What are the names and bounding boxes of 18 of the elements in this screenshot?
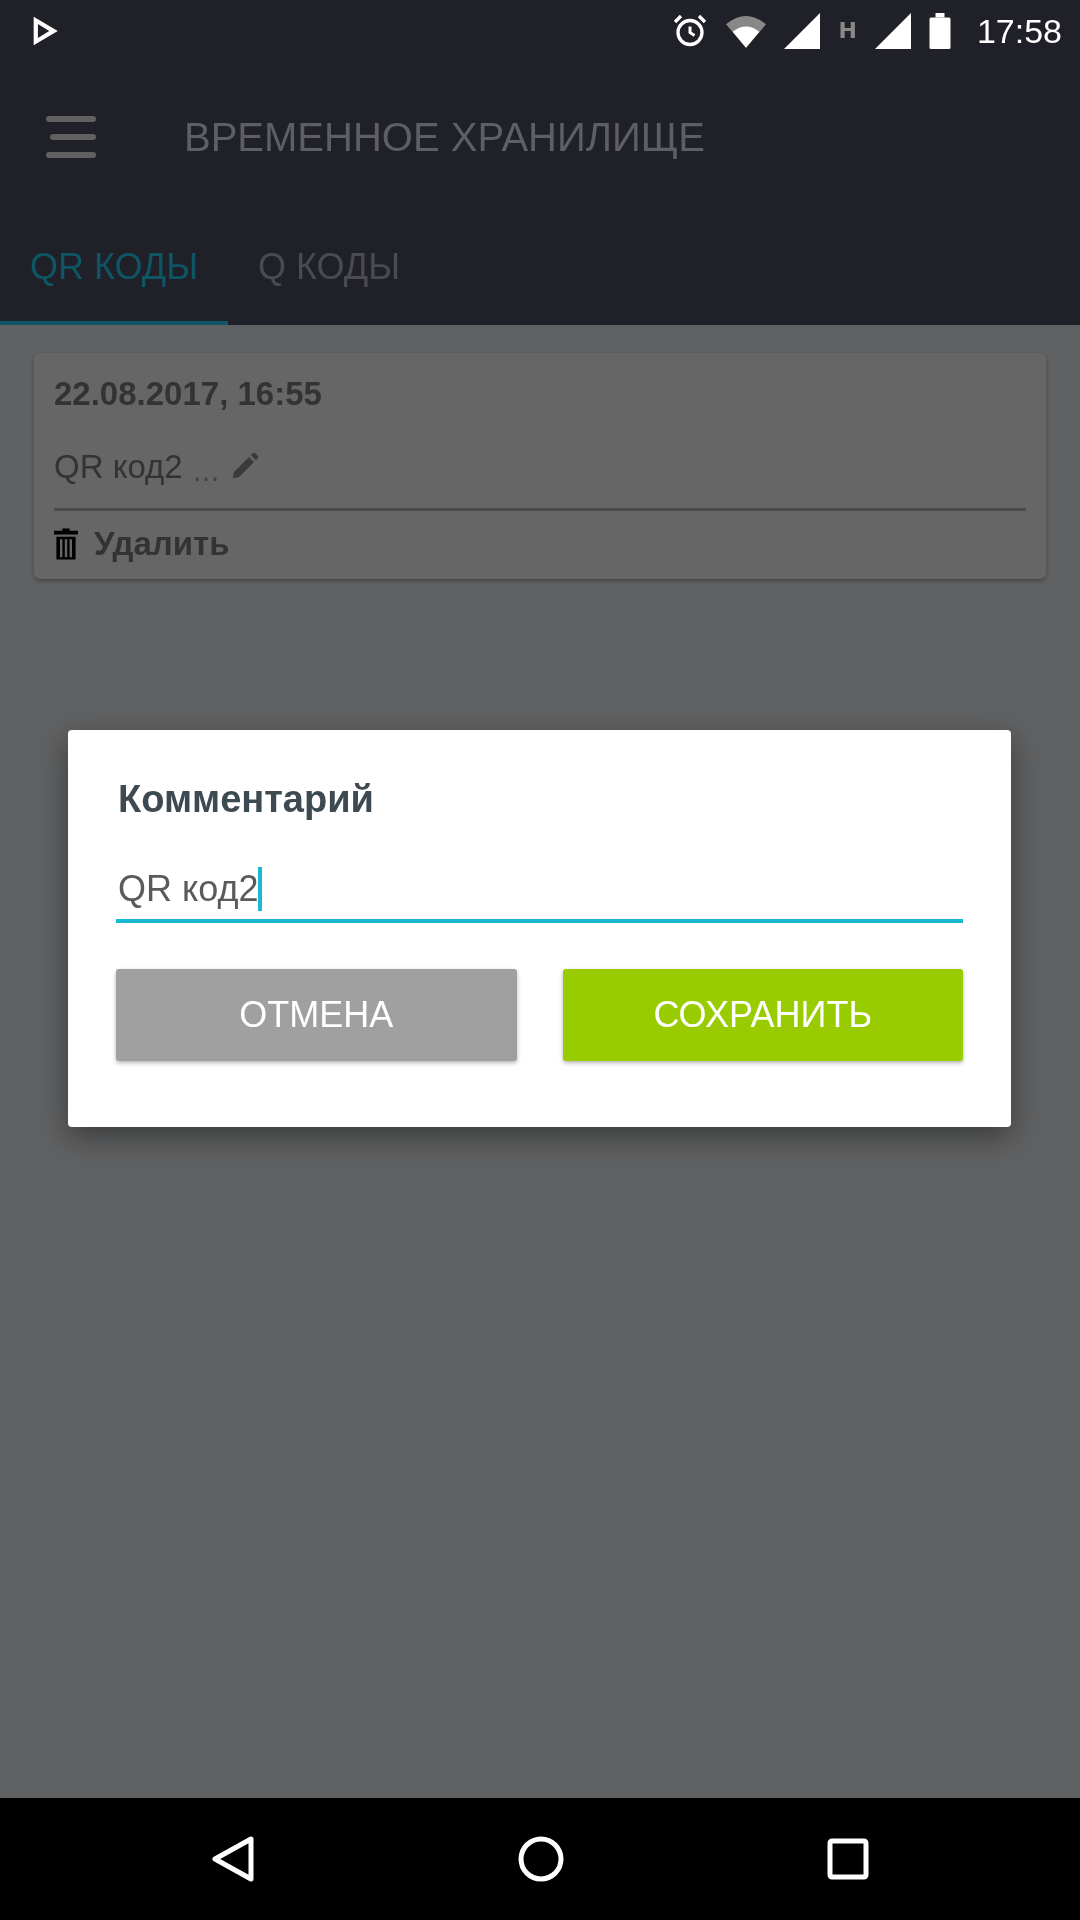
recent-apps-icon[interactable] [827, 1838, 869, 1880]
clock: 17:58 [976, 11, 1062, 51]
alarm-icon [672, 13, 709, 49]
screen-title: ВРЕМЕННОЕ ХРАНИЛИЩЕ [184, 114, 705, 160]
signal-icon [784, 13, 821, 49]
home-icon[interactable] [517, 1835, 565, 1883]
wifi-icon [726, 14, 767, 48]
dialog-title: Комментарий [118, 778, 375, 821]
network-type: H [838, 17, 857, 43]
back-icon[interactable] [211, 1835, 255, 1883]
comment-input-field[interactable]: QR код2 [116, 867, 963, 923]
battery-icon [928, 13, 951, 49]
save-button[interactable]: СОХРАНИТЬ [562, 969, 963, 1061]
trash-icon [54, 528, 78, 560]
cancel-button[interactable]: ОТМЕНА [116, 969, 517, 1061]
ellipsis: ... [192, 455, 220, 488]
signal-icon [874, 13, 911, 49]
tab[interactable]: QR КОДЫ [0, 212, 229, 325]
